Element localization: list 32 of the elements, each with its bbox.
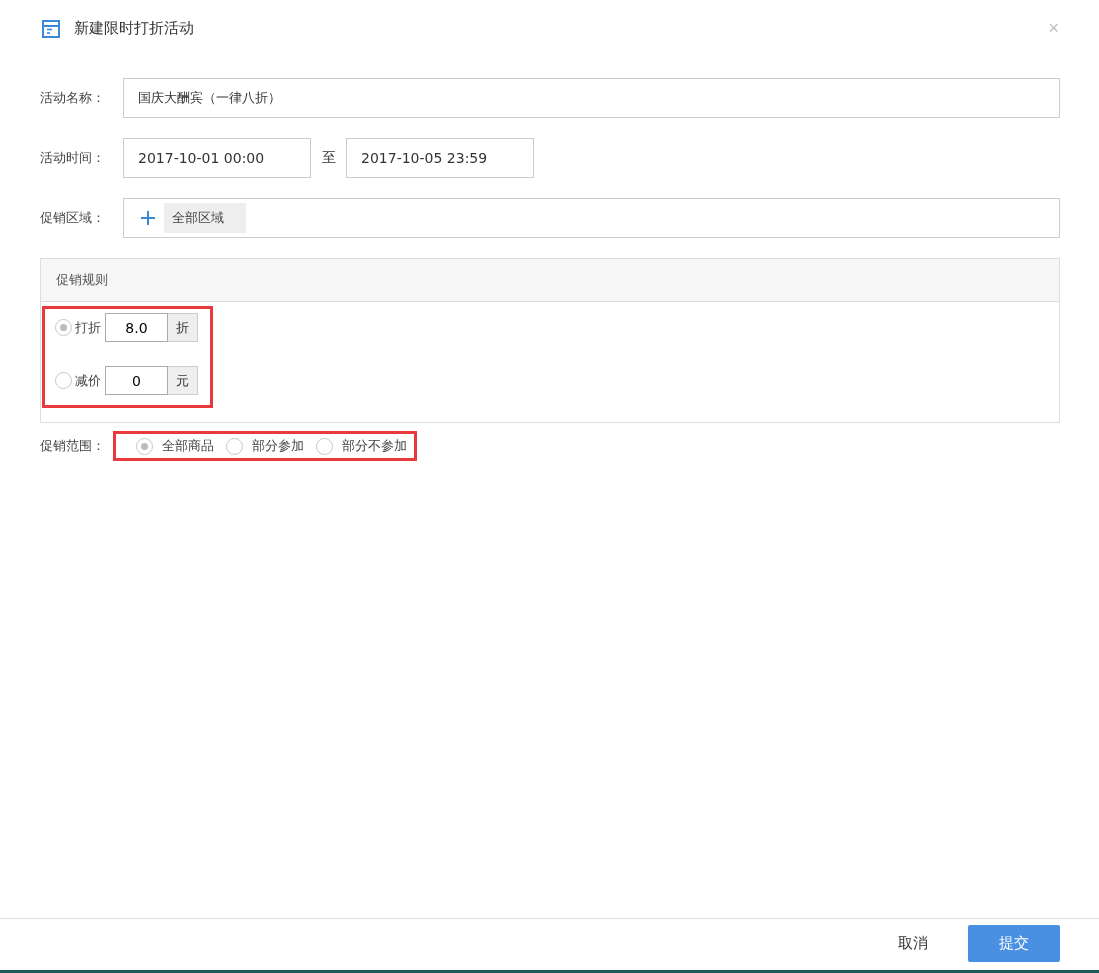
add-button[interactable] (138, 208, 158, 228)
field-label: 活动名称： (40, 89, 106, 107)
field-label: 活动时间： (40, 149, 106, 167)
region-field[interactable]: 全部区域 (123, 198, 1060, 238)
radio-button[interactable] (55, 372, 72, 389)
dialog-title: 新建限时打折活动 (74, 19, 195, 38)
option-label: 打折 (75, 318, 101, 337)
end-time-field[interactable]: 2017-10-05 23:59 (346, 138, 534, 178)
number-input-field[interactable]: 0 (105, 366, 168, 395)
option-label: 部分参加 (252, 437, 304, 455)
start-time-field[interactable]: 2017-10-01 00:00 (123, 138, 311, 178)
range-separator: 至 (322, 149, 336, 167)
number-input-field[interactable]: 8.0 (105, 313, 168, 342)
option-label: 全部商品 (162, 437, 214, 455)
radio-button[interactable] (226, 437, 243, 455)
name-input-field[interactable]: 国庆大酬宾（一律八折） (123, 78, 1060, 118)
panel-heading: 促销规则 (41, 259, 1059, 302)
option-label: 部分不参加 (342, 437, 407, 455)
unit-label: 元 (168, 366, 198, 395)
field-label: 促销区域： (40, 209, 106, 227)
scope-radio-option[interactable]: 部分参加 (226, 437, 304, 455)
radio-button[interactable] (136, 437, 153, 455)
scope-radio-option[interactable]: 部分不参加 (316, 437, 407, 455)
unit-label: 折 (168, 313, 198, 342)
form-icon (42, 19, 60, 38)
option-label: 减价 (75, 371, 101, 390)
cancel-button[interactable]: 取消 (892, 933, 934, 954)
radio-button[interactable] (316, 437, 333, 455)
radio-button[interactable] (55, 319, 72, 336)
region-tag: 全部区域 (164, 203, 246, 233)
scope-radio-option[interactable]: 全部商品 (136, 437, 214, 455)
field-label: 促销范围： (40, 437, 106, 455)
